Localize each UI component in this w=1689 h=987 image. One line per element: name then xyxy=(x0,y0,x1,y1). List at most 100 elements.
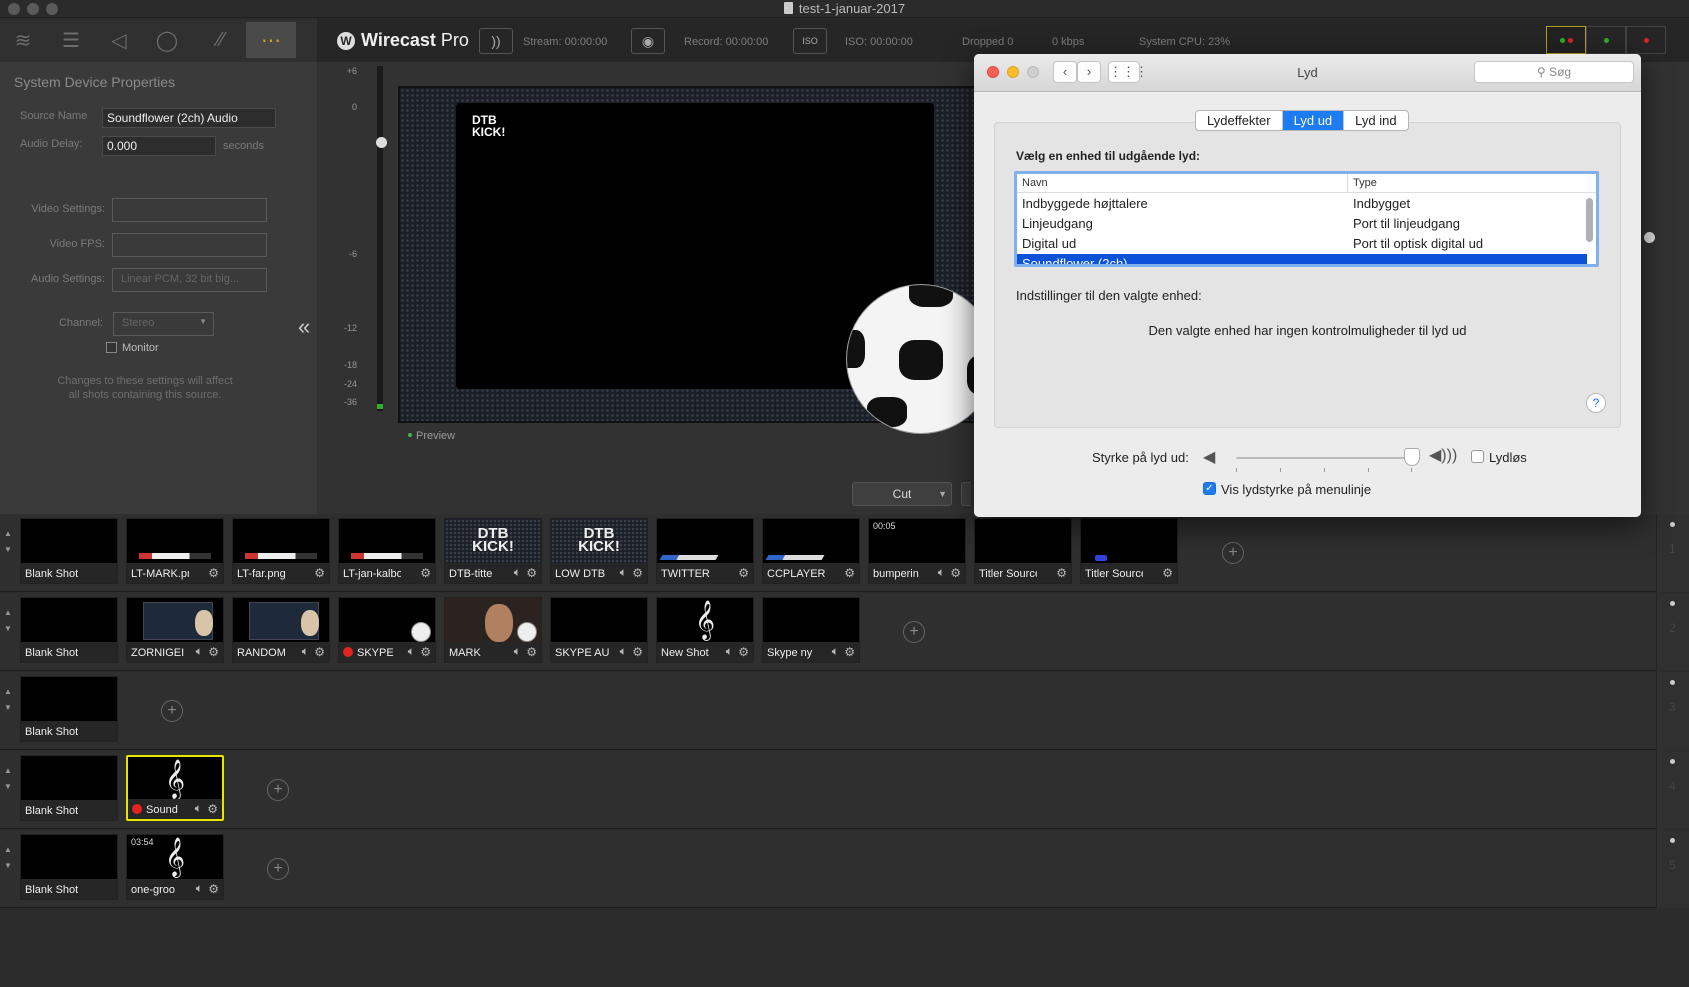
add-shot-button[interactable]: + xyxy=(267,858,289,880)
audio-icon[interactable]: 🔈︎ xyxy=(514,644,521,659)
layer-reorder-arrows[interactable]: ▲ ▼ xyxy=(3,605,13,637)
audio-icon[interactable]: 🔈︎ xyxy=(832,644,839,659)
source-name-field[interactable]: Soundflower (2ch) Audio xyxy=(102,108,276,128)
sliders-icon[interactable]: ☰ xyxy=(48,22,94,58)
show-volume-checkbox[interactable]: ✓ xyxy=(1203,482,1216,495)
search-input[interactable]: ⚲ Søg xyxy=(1474,61,1634,83)
layer-reorder-arrows[interactable]: ▲ ▼ xyxy=(3,526,13,558)
gear-icon[interactable]: ⚙ xyxy=(1056,566,1067,580)
audio-icon[interactable]: 🔈︎ xyxy=(620,644,627,659)
gear-icon[interactable]: ⚙ xyxy=(526,645,537,659)
layer-reorder-arrows[interactable]: ▲ ▼ xyxy=(3,763,13,795)
video-settings-field[interactable] xyxy=(112,198,267,222)
table-row[interactable]: Digital ud Port til optisk digital ud xyxy=(1017,234,1587,254)
add-shot-button[interactable]: + xyxy=(267,779,289,801)
gear-icon[interactable]: ⚙ xyxy=(208,566,219,580)
add-shot-button[interactable]: + xyxy=(903,621,925,643)
shot-music[interactable]: 𝄞 Sound ⚙ 🔈︎ xyxy=(126,755,224,821)
shot-skype[interactable]: SKYPE ⚙ 🔈︎ xyxy=(338,597,436,663)
shot-lt[interactable]: LT-far.png ⚙ xyxy=(232,518,330,584)
gear-icon[interactable]: ⚙ xyxy=(950,566,961,580)
shot-music[interactable]: 𝄞 New Shot ⚙ 🔈︎ xyxy=(656,597,754,663)
gear-icon[interactable]: ⚙ xyxy=(738,566,749,580)
title-tool-icon[interactable]: ⁄⁄ xyxy=(198,22,244,58)
layer-reorder-arrows[interactable]: ▲ ▼ xyxy=(3,842,13,874)
layer-visibility[interactable]: 5 xyxy=(1656,830,1689,908)
audio-icon[interactable]: 🔈︎ xyxy=(302,644,309,659)
gear-icon[interactable]: ⚙ xyxy=(208,645,219,659)
shot-plain[interactable]: Titler Source ⚙ xyxy=(974,518,1072,584)
gear-icon[interactable]: ⚙ xyxy=(844,645,855,659)
column-header-type[interactable]: Type xyxy=(1353,177,1377,189)
shot-tw[interactable]: CCPLAYERS ⚙ xyxy=(762,518,860,584)
layer-visibility[interactable]: 2 xyxy=(1656,593,1689,671)
monitor-checkbox[interactable] xyxy=(106,342,117,353)
shot-blue[interactable]: Titler Source ⚙ xyxy=(1080,518,1178,584)
gear-icon[interactable]: ⚙ xyxy=(420,566,431,580)
shot-dtb[interactable]: DTB KICK! DTB-titte ⚙ 🔈︎ xyxy=(444,518,542,584)
help-button[interactable]: ? xyxy=(1586,393,1606,413)
output-volume-slider[interactable] xyxy=(1236,457,1412,459)
table-row[interactable]: Linjeudgang Port til linjeudgang xyxy=(1017,214,1587,234)
shot-tw[interactable]: TWITTER ⚙ xyxy=(656,518,754,584)
shot-music[interactable]: 𝄞 03:54 one-groo ⚙ 🔈︎ xyxy=(126,834,224,900)
gear-icon[interactable]: ⚙ xyxy=(738,645,749,659)
transition-button-2[interactable] xyxy=(961,482,971,506)
volume-knob[interactable] xyxy=(376,137,387,148)
audio-delay-field[interactable]: 0.000 xyxy=(102,136,216,156)
shot-screen[interactable]: RANDOM ⚙ 🔈︎ xyxy=(232,597,330,663)
shot-blank[interactable]: Blank Shot xyxy=(20,834,118,900)
tab-lyd-ud[interactable]: Lyd ud xyxy=(1282,111,1345,130)
add-shot-button[interactable]: + xyxy=(1222,542,1244,564)
audio-icon[interactable]: 🔈︎ xyxy=(620,565,627,580)
gear-icon[interactable]: ⚙ xyxy=(208,882,219,896)
gear-icon[interactable]: ⚙ xyxy=(526,566,537,580)
shot-lt[interactable]: LT-MARK.png ⚙ xyxy=(126,518,224,584)
audio-icon[interactable]: 🔈︎ xyxy=(196,644,203,659)
shot-lt[interactable]: LT-jan-kalbo ⚙ xyxy=(338,518,436,584)
person-icon[interactable]: ◯ xyxy=(144,22,190,58)
shot-blank[interactable]: Blank Shot xyxy=(20,676,118,742)
shot-blank[interactable]: Blank Shot xyxy=(20,518,118,584)
video-fps-field[interactable] xyxy=(112,233,267,257)
layers-icon[interactable]: ≋ xyxy=(0,22,46,58)
audio-settings-select[interactable]: Linear PCM, 32 bit big... xyxy=(112,268,267,292)
gear-icon[interactable]: ⚙ xyxy=(420,645,431,659)
table-scrollbar[interactable] xyxy=(1586,198,1593,242)
gear-icon[interactable]: ⚙ xyxy=(1162,566,1173,580)
iso-button[interactable]: ISO xyxy=(793,28,827,54)
volume-slider-knob[interactable] xyxy=(1404,448,1420,466)
shot-person[interactable]: MARK ⚙ 🔈︎ xyxy=(444,597,542,663)
gear-icon[interactable]: ⚙ xyxy=(844,566,855,580)
transition-cut-button[interactable]: Cut ▼ xyxy=(852,482,952,506)
column-header-name[interactable]: Navn xyxy=(1022,177,1048,189)
audio-icon[interactable]: 🔈︎ xyxy=(938,565,945,580)
tab-lyd-ind[interactable]: Lyd ind xyxy=(1344,111,1407,130)
gear-icon[interactable]: ⚙ xyxy=(314,566,325,580)
audio-icon[interactable]: 🔈︎ xyxy=(408,644,415,659)
layer-reorder-arrows[interactable]: ▲ ▼ xyxy=(3,684,13,716)
audio-icon[interactable]: 🔈︎ xyxy=(514,565,521,580)
layer-visibility[interactable]: 1 xyxy=(1656,514,1689,592)
shot-plain[interactable]: SKYPE AU ⚙ 🔈︎ xyxy=(550,597,648,663)
stream-button[interactable]: )) xyxy=(479,28,513,54)
gear-icon[interactable]: ⚙ xyxy=(632,645,643,659)
channel-select[interactable]: Stereo ▼ xyxy=(113,312,214,336)
status-light-1[interactable] xyxy=(1546,26,1586,54)
shot-screen[interactable]: ZORNIGEI ⚙ 🔈︎ xyxy=(126,597,224,663)
table-row[interactable]: Indbyggede højttalere Indbygget xyxy=(1017,194,1587,214)
audio-icon[interactable]: 🔈︎ xyxy=(726,644,733,659)
shot-plain[interactable]: Skype ny ⚙ 🔈︎ xyxy=(762,597,860,663)
status-light-2[interactable] xyxy=(1586,26,1626,54)
tab-lydeffekter[interactable]: Lydeffekter xyxy=(1196,111,1283,130)
collapse-panel-icon[interactable]: « xyxy=(298,314,310,340)
table-row-selected[interactable]: Soundflower (2ch) xyxy=(1017,254,1587,264)
gear-icon[interactable]: ⚙ xyxy=(314,645,325,659)
record-button[interactable]: ◉ xyxy=(631,28,665,54)
audio-icon[interactable]: 🔈︎ xyxy=(196,881,203,896)
shot-blank[interactable]: Blank Shot xyxy=(20,597,118,663)
shot-timed[interactable]: 00:05 bumperin ⚙ 🔈︎ xyxy=(868,518,966,584)
gear-icon[interactable]: ⚙ xyxy=(632,566,643,580)
mute-checkbox[interactable] xyxy=(1471,450,1484,463)
status-light-3[interactable] xyxy=(1626,26,1666,54)
